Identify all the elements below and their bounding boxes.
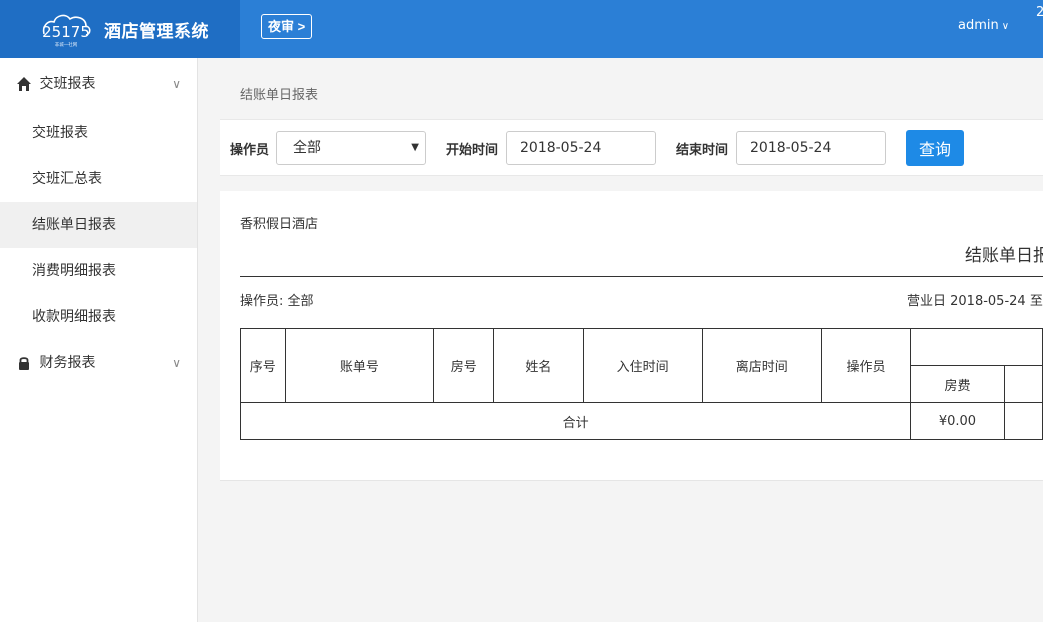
- home-icon: [17, 77, 31, 91]
- start-time-input[interactable]: [506, 131, 656, 165]
- sidebar-item-payment-detail[interactable]: 收款明细报表: [0, 294, 197, 340]
- sidebar-group-label: 财务报表: [39, 355, 96, 371]
- night-audit-label: 夜审: [268, 19, 295, 34]
- report-divider: [240, 276, 1043, 277]
- user-menu[interactable]: admin ∨: [958, 18, 1009, 33]
- start-time-label: 开始时间: [446, 143, 499, 158]
- logo-text: 25175: [42, 23, 90, 41]
- hotel-name: 香积假日酒店: [240, 217, 319, 232]
- operator-select[interactable]: 全部 ▼: [276, 131, 426, 165]
- column-header: 序号: [240, 328, 286, 403]
- total-clipped-cell: [1003, 402, 1043, 440]
- report-viewport: 香积假日酒店 结账单日报表 操作员: 全部 营业日 2018-05-24 至 序…: [220, 191, 1043, 481]
- column-header: 离店时间: [701, 328, 822, 403]
- filter-bar: 操作员 全部 ▼ 开始时间 结束时间 查询: [220, 119, 1043, 176]
- username: admin: [958, 18, 999, 33]
- sidebar-item-checkout-daily-report[interactable]: 结账单日报表: [0, 202, 197, 248]
- query-button[interactable]: 查询: [906, 130, 964, 166]
- report-operator: 操作员: 全部: [240, 294, 314, 309]
- table-header-row: 序号 账单号 房号 姓名 入住时间 离店时间 操作员: [240, 328, 1043, 403]
- column-header-room-fee: 房费: [910, 365, 1005, 403]
- end-time-label: 结束时间: [676, 143, 729, 158]
- sidebar-item-shift-report[interactable]: 交班报表: [0, 110, 197, 156]
- header-clipped-text: 2: [1036, 5, 1043, 20]
- chevron-down-icon: ∨: [172, 356, 181, 370]
- end-time-input[interactable]: [736, 131, 886, 165]
- sidebar-group-label: 交班报表: [39, 76, 96, 92]
- table-total-row: 合计 ¥0.00: [239, 402, 1043, 440]
- sidebar-group-shift-reports[interactable]: 交班报表 ∨: [0, 58, 197, 110]
- chevron-down-icon: ∨: [172, 77, 181, 91]
- sidebar-item-shift-summary[interactable]: 交班汇总表: [0, 156, 197, 202]
- logo-subtext: 非城一社网: [55, 41, 78, 48]
- column-header: 操作员: [820, 328, 912, 403]
- lock-icon: [19, 357, 29, 370]
- chevron-right-icon: >: [294, 19, 306, 34]
- total-room-fee: ¥0.00: [910, 402, 1005, 440]
- column-group-header: [910, 328, 1043, 366]
- logo-icon: 25175 非城一社网: [42, 14, 91, 48]
- column-header: 房号: [433, 328, 495, 403]
- column-header: 入住时间: [582, 328, 703, 403]
- sidebar-group-finance-reports[interactable]: 财务报表 ∨: [0, 340, 197, 386]
- report-title: 结账单日报表: [965, 246, 1043, 266]
- caret-down-icon: ▼: [411, 142, 419, 153]
- breadcrumb: 结账单日报表: [240, 88, 319, 103]
- sidebar: 交班报表 ∨ 交班报表 交班汇总表 结账单日报表 消费明细报表 收款明细报表 财…: [0, 58, 198, 622]
- sidebar-item-consumption-detail[interactable]: 消费明细报表: [0, 248, 197, 294]
- total-label: 合计: [239, 402, 912, 440]
- night-audit-button[interactable]: 夜审 >: [261, 14, 313, 39]
- operator-label: 操作员: [230, 143, 270, 158]
- top-header: 25175 非城一社网 酒店管理系统 夜审 > admin ∨ 2: [0, 0, 1043, 58]
- column-header: 账单号: [284, 328, 435, 403]
- report-table: 序号 账单号 房号 姓名 入住时间 离店时间 操作员 房费 合计 ¥0.00: [239, 328, 1043, 440]
- column-header-clipped: [1003, 365, 1043, 403]
- column-header: 姓名: [493, 328, 584, 403]
- logo-area: 25175 非城一社网 酒店管理系统: [0, 0, 240, 58]
- app-title: 酒店管理系统: [104, 22, 209, 42]
- report-business-date: 营业日 2018-05-24 至: [907, 294, 1043, 309]
- chevron-down-icon: ∨: [1001, 21, 1010, 32]
- operator-select-value: 全部: [293, 140, 321, 156]
- report-panel: 香积假日酒店 结账单日报表 操作员: 全部 营业日 2018-05-24 至 序…: [220, 191, 1043, 481]
